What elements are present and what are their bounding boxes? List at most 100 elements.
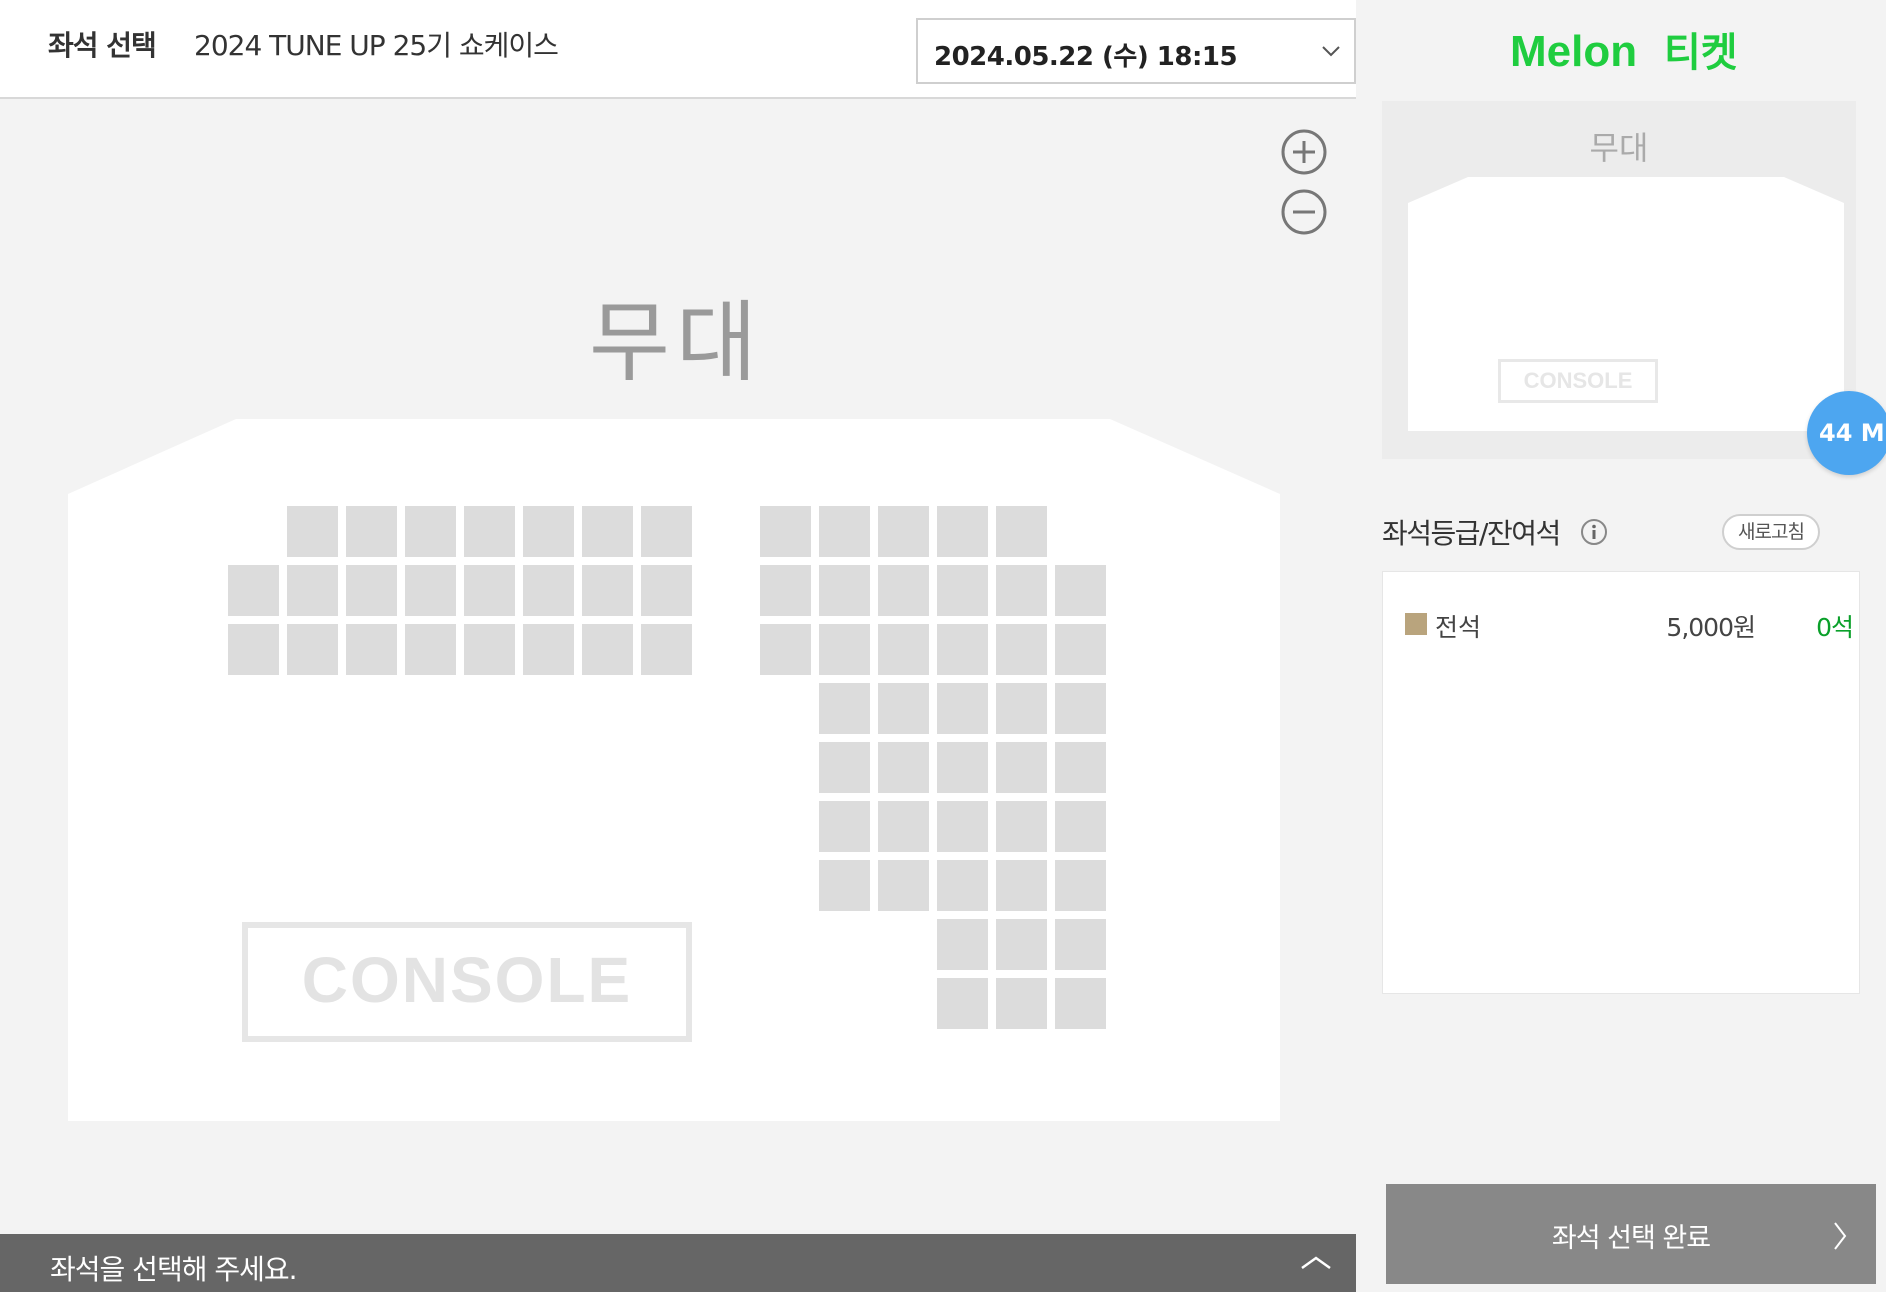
seat[interactable] [937, 624, 988, 675]
brand-suffix: 티켓 [1664, 30, 1738, 76]
seat-selection-app: 좌석 선택 2024 TUNE UP 25기 쇼케이스 2024.05.22 (… [0, 0, 1886, 1292]
seat[interactable] [405, 565, 456, 616]
stage-label: 무대 [589, 291, 763, 394]
grade-list: 전석 5,000원 0석 [1382, 571, 1860, 994]
side-panel: Melon 티켓 무대 CONSOLE 좌석등급/잔여석 새로고침 전석 5,0… [1356, 0, 1886, 1292]
size-badge[interactable]: 44 M [1807, 391, 1886, 475]
seat[interactable] [878, 683, 929, 734]
seat[interactable] [1055, 683, 1106, 734]
grade-row[interactable]: 전석 5,000원 0석 [1383, 606, 1861, 642]
seat[interactable] [937, 683, 988, 734]
refresh-button[interactable]: 새로고침 [1722, 514, 1820, 550]
grade-color-swatch [1405, 613, 1427, 635]
seat[interactable] [996, 624, 1047, 675]
console-area: CONSOLE [242, 922, 692, 1042]
seat[interactable] [1055, 860, 1106, 911]
show-name: 2024 TUNE UP 25기 쇼케이스 [194, 29, 559, 62]
seat[interactable] [464, 565, 515, 616]
seat[interactable] [346, 565, 397, 616]
seat[interactable] [346, 624, 397, 675]
seat[interactable] [819, 624, 870, 675]
melon-ticket-logo: Melon 티켓 [1510, 27, 1738, 76]
seat[interactable] [996, 506, 1047, 557]
selection-prompt: 좌석을 선택해 주세요. [50, 1253, 298, 1286]
seat[interactable] [228, 624, 279, 675]
seat[interactable] [819, 506, 870, 557]
seat[interactable] [937, 801, 988, 852]
seat[interactable] [996, 919, 1047, 970]
seat[interactable] [996, 860, 1047, 911]
seat[interactable] [878, 624, 929, 675]
seat[interactable] [582, 565, 633, 616]
brand-name: Melon [1510, 27, 1637, 76]
seat[interactable] [1055, 565, 1106, 616]
seat[interactable] [1055, 624, 1106, 675]
performance-date-value: 2024.05.22 (수) 18:15 [934, 42, 1238, 72]
seat[interactable] [819, 860, 870, 911]
chevron-up-icon [1301, 1256, 1331, 1270]
grade-price: 5,000원 [1666, 613, 1756, 642]
selection-summary-bar[interactable]: 좌석을 선택해 주세요. [0, 1234, 1356, 1292]
performance-date-select[interactable]: 2024.05.22 (수) 18:15 [916, 18, 1356, 84]
seat[interactable] [523, 506, 574, 557]
seat[interactable] [464, 624, 515, 675]
seat[interactable] [1055, 801, 1106, 852]
minimap-console: CONSOLE [1498, 359, 1658, 403]
seat[interactable] [228, 565, 279, 616]
header-bar: 좌석 선택 2024 TUNE UP 25기 쇼케이스 2024.05.22 (… [0, 0, 1356, 99]
seat[interactable] [937, 919, 988, 970]
seat[interactable] [937, 978, 988, 1029]
chevron-down-icon [1322, 46, 1340, 57]
seat[interactable] [937, 860, 988, 911]
seat[interactable] [523, 624, 574, 675]
seat[interactable] [878, 506, 929, 557]
zoom-in-icon[interactable] [1280, 128, 1328, 176]
zoom-out-icon[interactable] [1280, 188, 1328, 236]
seat[interactable] [523, 565, 574, 616]
seat[interactable] [878, 742, 929, 793]
seat[interactable] [760, 565, 811, 616]
seat[interactable] [760, 624, 811, 675]
seat[interactable] [937, 742, 988, 793]
seat[interactable] [819, 801, 870, 852]
seat[interactable] [641, 565, 692, 616]
complete-selection-button[interactable]: 좌석 선택 완료 [1386, 1184, 1876, 1284]
seat[interactable] [996, 565, 1047, 616]
seat[interactable] [405, 506, 456, 557]
seat[interactable] [287, 624, 338, 675]
seat[interactable] [1055, 742, 1106, 793]
minimap-stage-label: 무대 [1589, 129, 1649, 167]
seat[interactable] [346, 506, 397, 557]
seat[interactable] [1055, 919, 1106, 970]
chevron-right-icon [1834, 1222, 1847, 1250]
seat[interactable] [405, 624, 456, 675]
seat[interactable] [287, 506, 338, 557]
minimap[interactable]: 무대 CONSOLE [1382, 101, 1856, 459]
seat[interactable] [878, 565, 929, 616]
seat[interactable] [760, 506, 811, 557]
seat[interactable] [1055, 978, 1106, 1029]
seat[interactable] [878, 860, 929, 911]
seat[interactable] [582, 506, 633, 557]
seat[interactable] [464, 506, 515, 557]
info-icon[interactable] [1580, 518, 1608, 546]
seat[interactable] [878, 801, 929, 852]
seat[interactable] [819, 683, 870, 734]
seat[interactable] [937, 506, 988, 557]
seat[interactable] [287, 565, 338, 616]
complete-selection-label: 좌석 선택 완료 [1551, 1223, 1711, 1254]
seat[interactable] [937, 565, 988, 616]
seat[interactable] [641, 624, 692, 675]
grade-name: 전석 [1435, 613, 1482, 642]
seat-map-pane: 좌석 선택 2024 TUNE UP 25기 쇼케이스 2024.05.22 (… [0, 0, 1356, 1292]
seat[interactable] [996, 801, 1047, 852]
seat[interactable] [996, 683, 1047, 734]
seat[interactable] [996, 742, 1047, 793]
grade-section-heading: 좌석등급/잔여석 [1382, 517, 1561, 550]
grade-remaining: 0석 [1816, 613, 1854, 642]
seat[interactable] [819, 742, 870, 793]
seat[interactable] [996, 978, 1047, 1029]
seat[interactable] [641, 506, 692, 557]
seat[interactable] [582, 624, 633, 675]
seat[interactable] [819, 565, 870, 616]
